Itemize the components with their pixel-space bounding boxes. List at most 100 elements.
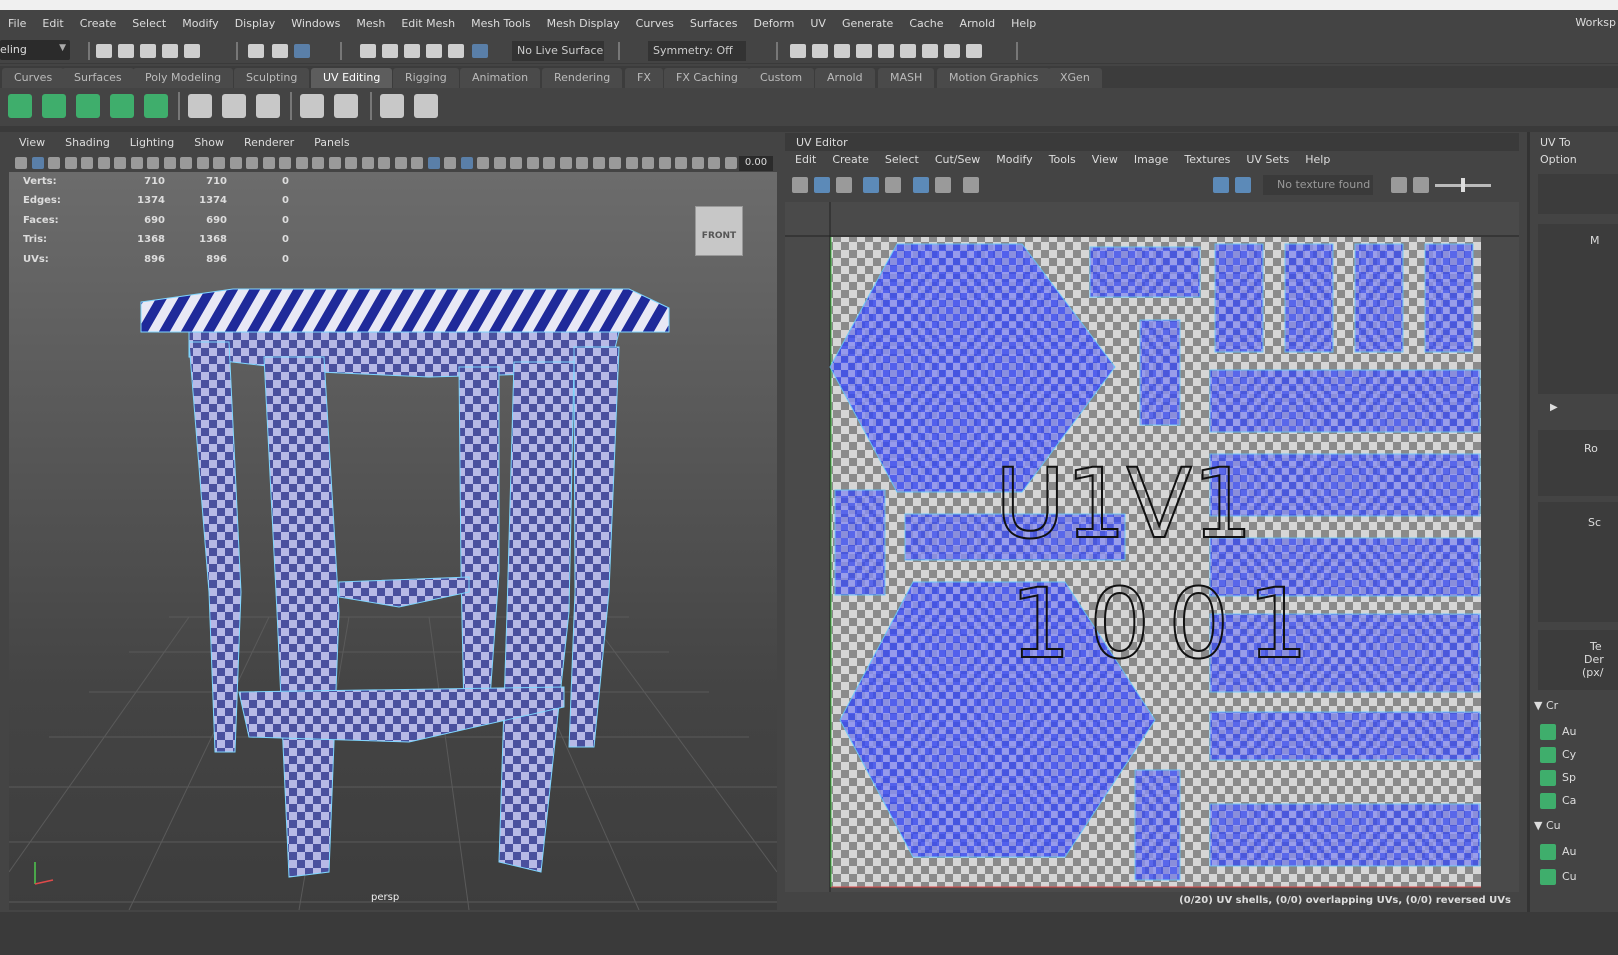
viewport-tool-icon[interactable] — [147, 157, 159, 169]
menu-item-11[interactable]: Curves — [628, 17, 682, 30]
uv-menu-item-2[interactable]: Select — [877, 151, 927, 169]
menu-item-9[interactable]: Mesh Tools — [463, 17, 539, 30]
viewport-tool-icon[interactable] — [510, 157, 522, 169]
viewport-tool-icon[interactable] — [576, 157, 588, 169]
exposure-field[interactable]: 0.00 — [739, 156, 773, 171]
render-view-icon[interactable] — [790, 44, 806, 58]
shaded-icon[interactable] — [814, 177, 830, 193]
shelf-tab-5[interactable]: Rigging — [393, 68, 459, 88]
viewport-tool-icon[interactable] — [262, 157, 275, 169]
uv-menu-item-10[interactable]: Help — [1297, 151, 1338, 169]
workspace-label[interactable]: Worksp — [1575, 16, 1618, 29]
shelf-tab-1[interactable]: Surfaces — [62, 68, 134, 88]
shelf-tab-3[interactable]: Sculpting — [234, 68, 310, 88]
select-object-icon[interactable] — [272, 44, 288, 58]
slider-handle[interactable] — [1461, 178, 1465, 192]
menu-set-selector[interactable]: eling ▼ — [0, 40, 70, 60]
redo-icon[interactable] — [184, 44, 200, 58]
viewport-tool-icon[interactable] — [427, 157, 440, 169]
spherical-mapping-icon[interactable] — [76, 94, 100, 118]
viewport-menu-item-0[interactable]: View — [9, 136, 55, 152]
viewport-tool-icon[interactable] — [642, 157, 654, 169]
menu-item-14[interactable]: UV — [802, 17, 834, 30]
viewport-tool-icon[interactable] — [493, 157, 506, 169]
viewport-tool-icon[interactable] — [378, 157, 390, 169]
viewport-tool-icon[interactable] — [312, 157, 324, 169]
menu-item-7[interactable]: Mesh — [348, 17, 393, 30]
menu-item-0[interactable]: File — [0, 17, 34, 30]
shelf-tab-11[interactable]: Arnold — [815, 68, 875, 88]
viewport-menu-item-4[interactable]: Renderer — [234, 136, 304, 152]
viewport-menu-item-3[interactable]: Show — [184, 136, 234, 152]
menu-item-4[interactable]: Modify — [174, 17, 226, 30]
snap-projected-center-icon[interactable] — [426, 44, 442, 58]
texel-density-icon[interactable] — [414, 94, 438, 118]
live-surface-field[interactable]: No Live Surface — [512, 41, 604, 61]
cylindrical-mapping-icon[interactable] — [42, 94, 66, 118]
grid-toggle-icon[interactable] — [792, 177, 808, 193]
arnold-ipr-icon[interactable] — [922, 44, 938, 58]
split-icon[interactable] — [334, 94, 358, 118]
menu-item-1[interactable]: Edit — [34, 17, 71, 30]
planar-mapping-icon[interactable] — [8, 94, 32, 118]
view-cube[interactable]: FRONT — [695, 206, 743, 256]
hypershade-icon[interactable] — [878, 44, 894, 58]
cut-item-cut[interactable]: Cu — [1540, 867, 1618, 887]
snapshot-icon[interactable] — [963, 177, 979, 193]
viewport-tool-icon[interactable] — [295, 157, 308, 169]
save-scene-icon[interactable] — [140, 44, 156, 58]
uv-menu-item-4[interactable]: Modify — [988, 151, 1040, 169]
shelf-tab-13[interactable]: Motion Graphics — [937, 68, 1051, 88]
texture-borders-icon[interactable] — [885, 177, 901, 193]
viewport-tool-icon[interactable] — [411, 157, 423, 169]
checker-map-icon[interactable] — [380, 94, 404, 118]
uv-menu-item-8[interactable]: Textures — [1176, 151, 1238, 169]
select-hierarchy-icon[interactable] — [248, 44, 264, 58]
cut-section-header[interactable]: ▼ Cu — [1534, 819, 1561, 832]
uv-menu-item-1[interactable]: Create — [824, 151, 877, 169]
viewport-tool-icon[interactable] — [526, 157, 539, 169]
menu-item-18[interactable]: Help — [1003, 17, 1044, 30]
viewport-tool-icon[interactable] — [196, 157, 209, 169]
create-section-header[interactable]: ▼ Cr — [1534, 699, 1558, 712]
menu-item-10[interactable]: Mesh Display — [539, 17, 628, 30]
viewport-tool-icon[interactable] — [246, 157, 258, 169]
expand-arrow-icon[interactable]: ▶ — [1550, 402, 1558, 413]
menu-item-13[interactable]: Deform — [745, 17, 802, 30]
viewport-tool-icon[interactable] — [543, 157, 555, 169]
ipr-render-icon[interactable] — [834, 44, 850, 58]
snap-view-plane-icon[interactable] — [448, 44, 464, 58]
viewport-tool-icon[interactable] — [609, 157, 621, 169]
viewport-menu-item-2[interactable]: Lighting — [120, 136, 184, 152]
make-live-icon[interactable] — [472, 44, 488, 58]
uv-menu-item-6[interactable]: View — [1084, 151, 1126, 169]
pause-icon[interactable] — [966, 44, 982, 58]
viewport-tool-icon[interactable] — [81, 157, 93, 169]
shelf-tab-12[interactable]: MASH — [878, 68, 935, 88]
menu-item-17[interactable]: Arnold — [952, 17, 1004, 30]
viewport-tool-icon[interactable] — [114, 157, 126, 169]
uv-menu-item-3[interactable]: Cut/Sew — [927, 151, 988, 169]
isolate-icon[interactable] — [935, 177, 951, 193]
create-item-automatic[interactable]: Au — [1540, 722, 1618, 742]
menu-item-12[interactable]: Surfaces — [682, 17, 746, 30]
menu-item-2[interactable]: Create — [72, 17, 125, 30]
viewport-tool-icon[interactable] — [345, 157, 357, 169]
uv-menu-item-7[interactable]: Image — [1126, 151, 1176, 169]
render-settings-icon[interactable] — [856, 44, 872, 58]
contour-stretch-icon[interactable] — [144, 94, 168, 118]
viewport-tool-icon[interactable] — [279, 157, 291, 169]
arnold-stop-icon[interactable] — [944, 44, 960, 58]
unfold-icon[interactable] — [188, 94, 212, 118]
shelf-tab-7[interactable]: Rendering — [542, 68, 623, 88]
new-scene-icon[interactable] — [96, 44, 112, 58]
menu-item-5[interactable]: Display — [227, 17, 284, 30]
snap-grid-icon[interactable] — [360, 44, 376, 58]
shelf-tab-0[interactable]: Curves — [2, 68, 65, 88]
gamma-icon[interactable] — [1413, 177, 1429, 193]
image-display-icon[interactable] — [1213, 177, 1229, 193]
undo-icon[interactable] — [162, 44, 178, 58]
viewport-tool-icon[interactable] — [559, 157, 572, 169]
create-item-cylindrical[interactable]: Cy — [1540, 745, 1618, 765]
viewport-tool-icon[interactable] — [180, 157, 192, 169]
